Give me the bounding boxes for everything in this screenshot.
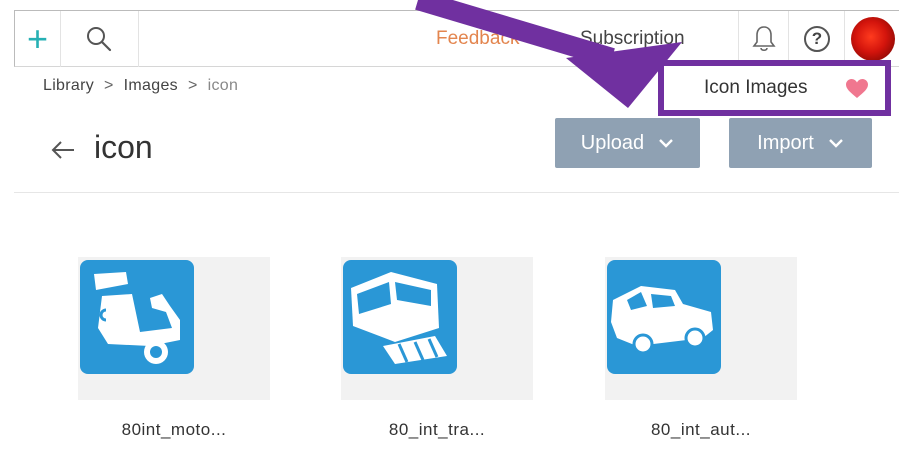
breadcrumb-item-current: icon (207, 77, 239, 94)
file-card[interactable] (78, 257, 270, 400)
car-icon (607, 260, 721, 374)
page-title: icon (94, 129, 153, 165)
back-arrow-icon[interactable] (50, 139, 76, 161)
upload-button[interactable]: Upload (555, 118, 700, 168)
scooter-icon (80, 260, 194, 374)
feedback-link[interactable]: Feedback (436, 28, 519, 50)
upload-button-label: Upload (580, 131, 645, 154)
avatar (851, 17, 895, 61)
collection-highlight[interactable]: Icon Images (658, 60, 891, 116)
bell-icon (752, 26, 776, 52)
file-name[interactable]: 80_int_tra... (341, 420, 533, 440)
collection-label: Icon Images (704, 77, 808, 98)
notifications-button[interactable] (738, 11, 789, 67)
train-icon (343, 260, 457, 374)
breadcrumb: Library > Images > icon (43, 77, 238, 95)
help-icon: ? (804, 26, 830, 52)
folder-header: icon Upload Import (14, 110, 899, 193)
file-name[interactable]: 80int_moto... (78, 420, 270, 440)
search-icon (87, 27, 112, 52)
chevron-down-icon (659, 139, 674, 148)
user-menu-button[interactable] (844, 11, 899, 67)
file-card[interactable] (341, 257, 533, 400)
file-card[interactable] (605, 257, 797, 400)
subscription-link[interactable]: Subscription (580, 28, 685, 50)
file-name[interactable]: 80_int_aut... (605, 420, 797, 440)
import-button-label: Import (757, 131, 814, 154)
breadcrumb-separator-icon: > (187, 77, 198, 94)
plus-icon: + (26, 18, 49, 59)
top-bar: + Feedback Subscription ? (14, 10, 899, 67)
search-button[interactable] (60, 11, 139, 67)
heart-icon[interactable] (845, 78, 869, 100)
breadcrumb-item-library[interactable]: Library (43, 77, 94, 94)
chevron-down-icon (828, 139, 843, 148)
add-button[interactable]: + (15, 11, 61, 67)
breadcrumb-item-images[interactable]: Images (124, 77, 178, 94)
help-button[interactable]: ? (788, 11, 845, 67)
breadcrumb-separator-icon: > (104, 77, 114, 94)
import-button[interactable]: Import (729, 118, 872, 168)
